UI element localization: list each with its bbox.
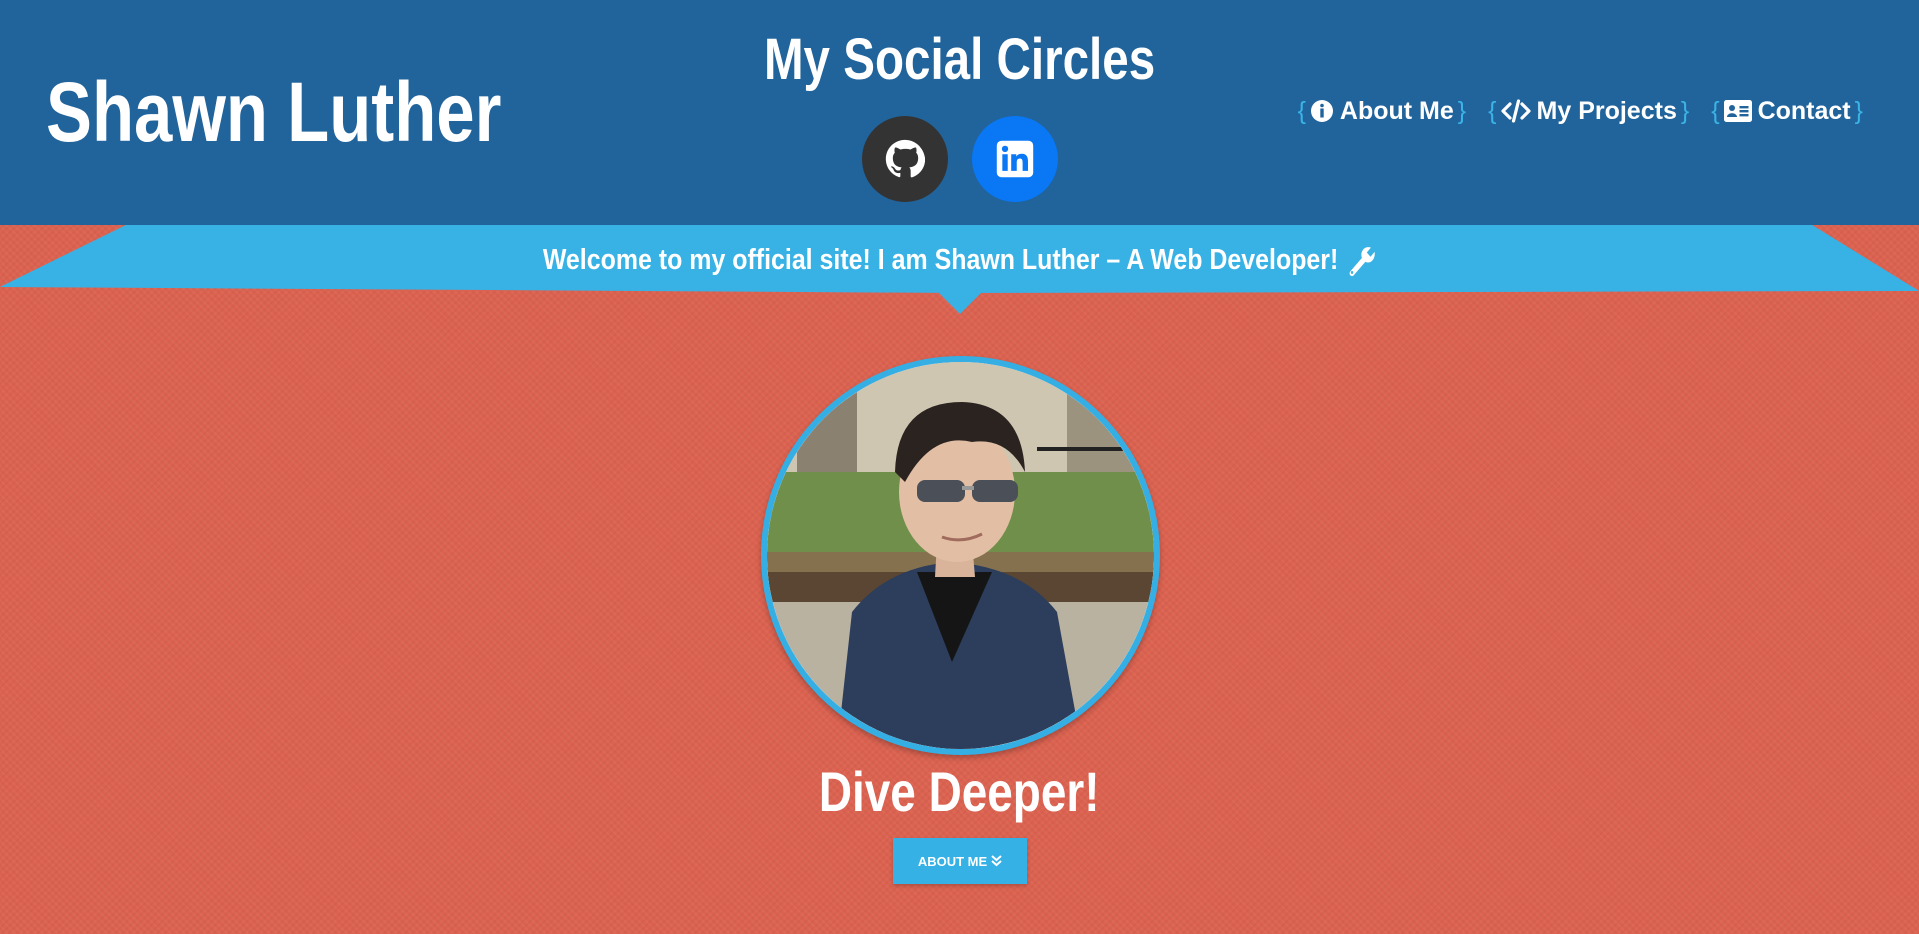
id-card-icon — [1723, 100, 1752, 122]
nav-contact[interactable]: { Contact } — [1707, 94, 1867, 128]
nav-my-projects-label: My Projects — [1536, 97, 1677, 125]
about-me-button[interactable]: ABOUT ME — [893, 838, 1027, 884]
hero-heading: Dive Deeper! — [819, 760, 1100, 823]
double-chevron-down-icon — [991, 855, 1002, 867]
site-header: Shawn Luther My Social Circles { About M… — [0, 0, 1919, 225]
welcome-text: Welcome to my official site! I am Shawn … — [542, 244, 1339, 276]
about-me-button-label: ABOUT ME — [917, 853, 988, 869]
profile-photo — [761, 356, 1160, 755]
main-nav: { About Me } { My Projects } {Contact} — [1294, 94, 1867, 128]
nav-contact-label: Contact — [1757, 97, 1851, 125]
wrench-icon — [1349, 247, 1375, 277]
social-title: My Social Circles — [763, 27, 1156, 92]
info-icon — [1310, 100, 1333, 122]
linkedin-icon — [996, 140, 1034, 178]
nav-about-me-label: About Me — [1339, 97, 1454, 125]
nav-about-me[interactable]: { About Me } — [1294, 94, 1471, 128]
github-link-button[interactable] — [862, 116, 948, 202]
code-icon — [1500, 99, 1531, 123]
github-icon — [885, 139, 925, 178]
welcome-message: Welcome to my official site! I am Shawn … — [0, 240, 1919, 280]
linkedin-link-button[interactable] — [972, 116, 1058, 202]
nav-my-projects[interactable]: { My Projects } — [1484, 94, 1693, 128]
